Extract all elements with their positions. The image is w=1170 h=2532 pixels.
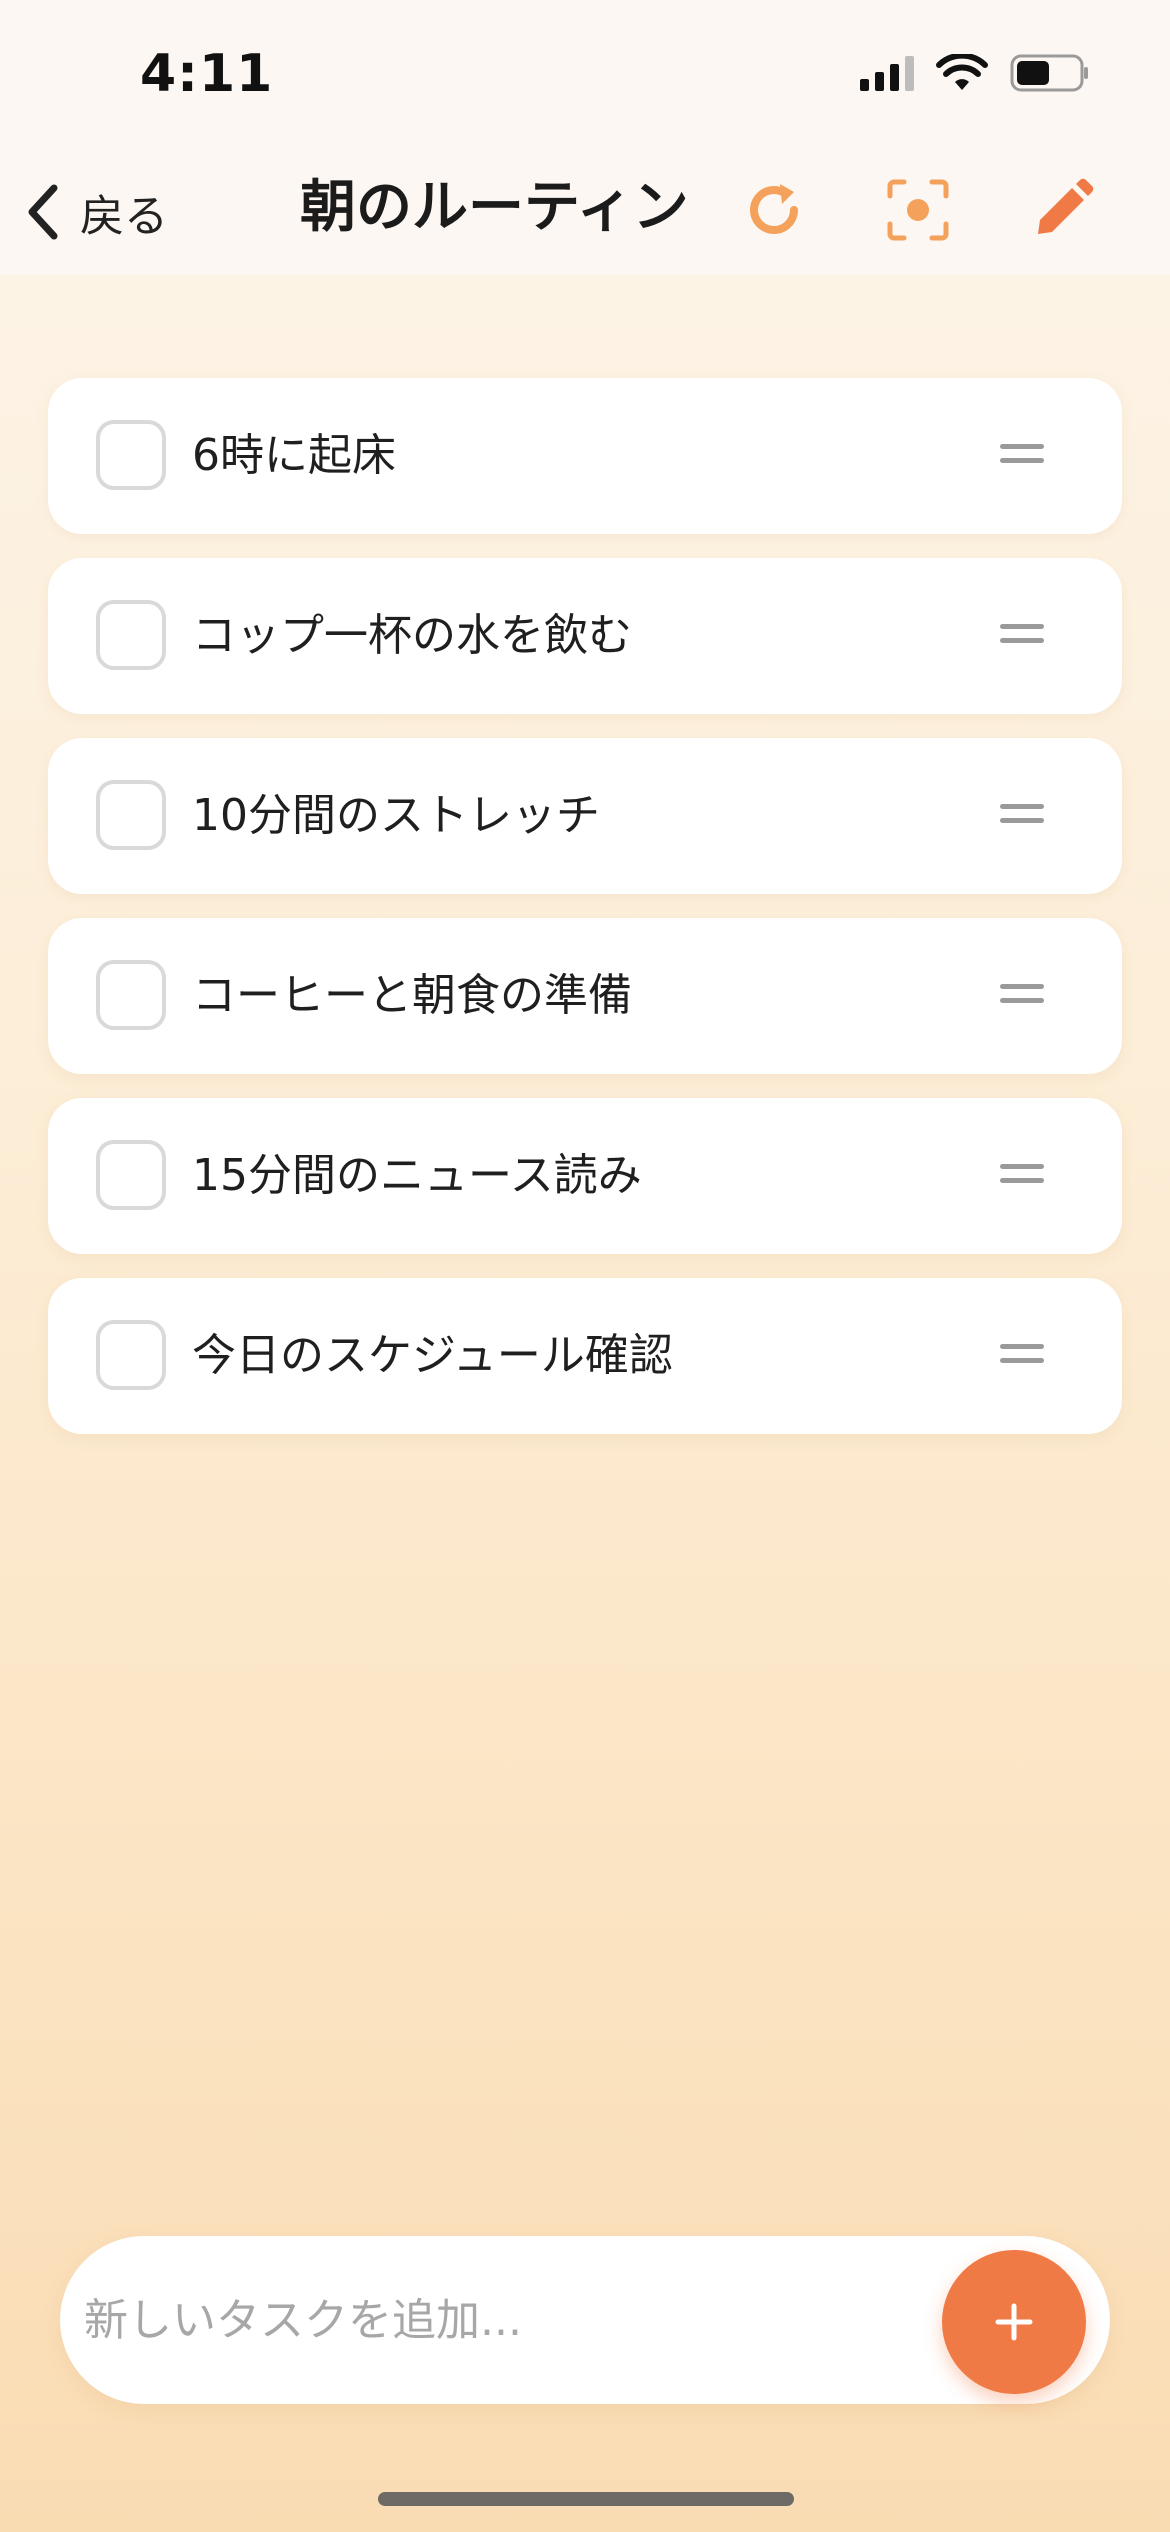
task-text: 今日のスケジュール確認 bbox=[192, 1330, 673, 1381]
task-checkbox[interactable] bbox=[96, 960, 166, 1030]
plus-icon bbox=[995, 2303, 1033, 2341]
drag-handle-icon[interactable] bbox=[1000, 984, 1044, 1008]
back-label: 戻る bbox=[80, 191, 168, 242]
back-button[interactable]: 戻る bbox=[22, 174, 168, 250]
drag-handle-icon[interactable] bbox=[1000, 624, 1044, 648]
status-time: 4:11 bbox=[140, 44, 274, 104]
pencil-icon bbox=[1038, 178, 1094, 234]
add-task-bar bbox=[60, 2236, 1110, 2404]
cellular-signal-icon bbox=[860, 55, 914, 91]
task-item[interactable]: 今日のスケジュール確認 bbox=[48, 1278, 1122, 1434]
status-bar: 4:11 bbox=[0, 0, 1170, 150]
chevron-left-icon bbox=[28, 184, 58, 240]
task-text: 15分間のニュース読み bbox=[192, 1150, 642, 1201]
task-item[interactable]: 15分間のニュース読み bbox=[48, 1098, 1122, 1254]
add-task-button[interactable] bbox=[942, 2250, 1086, 2394]
new-task-input[interactable] bbox=[84, 2270, 944, 2370]
refresh-icon bbox=[750, 184, 798, 234]
task-item[interactable]: 6時に起床 bbox=[48, 378, 1122, 534]
focus-button[interactable] bbox=[882, 174, 954, 246]
drag-handle-icon[interactable] bbox=[1000, 1344, 1044, 1368]
home-indicator bbox=[378, 2492, 794, 2506]
task-text: コップ一杯の水を飲む bbox=[192, 610, 632, 661]
wifi-icon bbox=[936, 54, 988, 90]
drag-handle-icon[interactable] bbox=[1000, 804, 1044, 828]
battery-icon bbox=[1010, 54, 1088, 92]
drag-handle-icon[interactable] bbox=[1000, 1164, 1044, 1188]
status-icons bbox=[860, 54, 1090, 92]
page-title: 朝のルーティン bbox=[300, 175, 689, 240]
task-checkbox[interactable] bbox=[96, 600, 166, 670]
refresh-button[interactable] bbox=[738, 174, 810, 246]
task-item[interactable]: コーヒーと朝食の準備 bbox=[48, 918, 1122, 1074]
task-item[interactable]: 10分間のストレッチ bbox=[48, 738, 1122, 894]
task-item[interactable]: コップ一杯の水を飲む bbox=[48, 558, 1122, 714]
task-text: 10分間のストレッチ bbox=[192, 790, 600, 841]
task-checkbox[interactable] bbox=[96, 780, 166, 850]
edit-button[interactable] bbox=[1026, 174, 1098, 246]
focus-icon bbox=[887, 179, 949, 241]
navigation-bar: 戻る 朝のルーティン bbox=[0, 150, 1170, 275]
task-text: コーヒーと朝食の準備 bbox=[192, 970, 632, 1021]
task-list: 6時に起床 コップ一杯の水を飲む 10分間のストレッチ コーヒーと朝食の準備 1… bbox=[48, 378, 1122, 1458]
drag-handle-icon[interactable] bbox=[1000, 444, 1044, 468]
task-checkbox[interactable] bbox=[96, 420, 166, 490]
task-checkbox[interactable] bbox=[96, 1320, 166, 1390]
task-checkbox[interactable] bbox=[96, 1140, 166, 1210]
task-text: 6時に起床 bbox=[192, 430, 396, 481]
